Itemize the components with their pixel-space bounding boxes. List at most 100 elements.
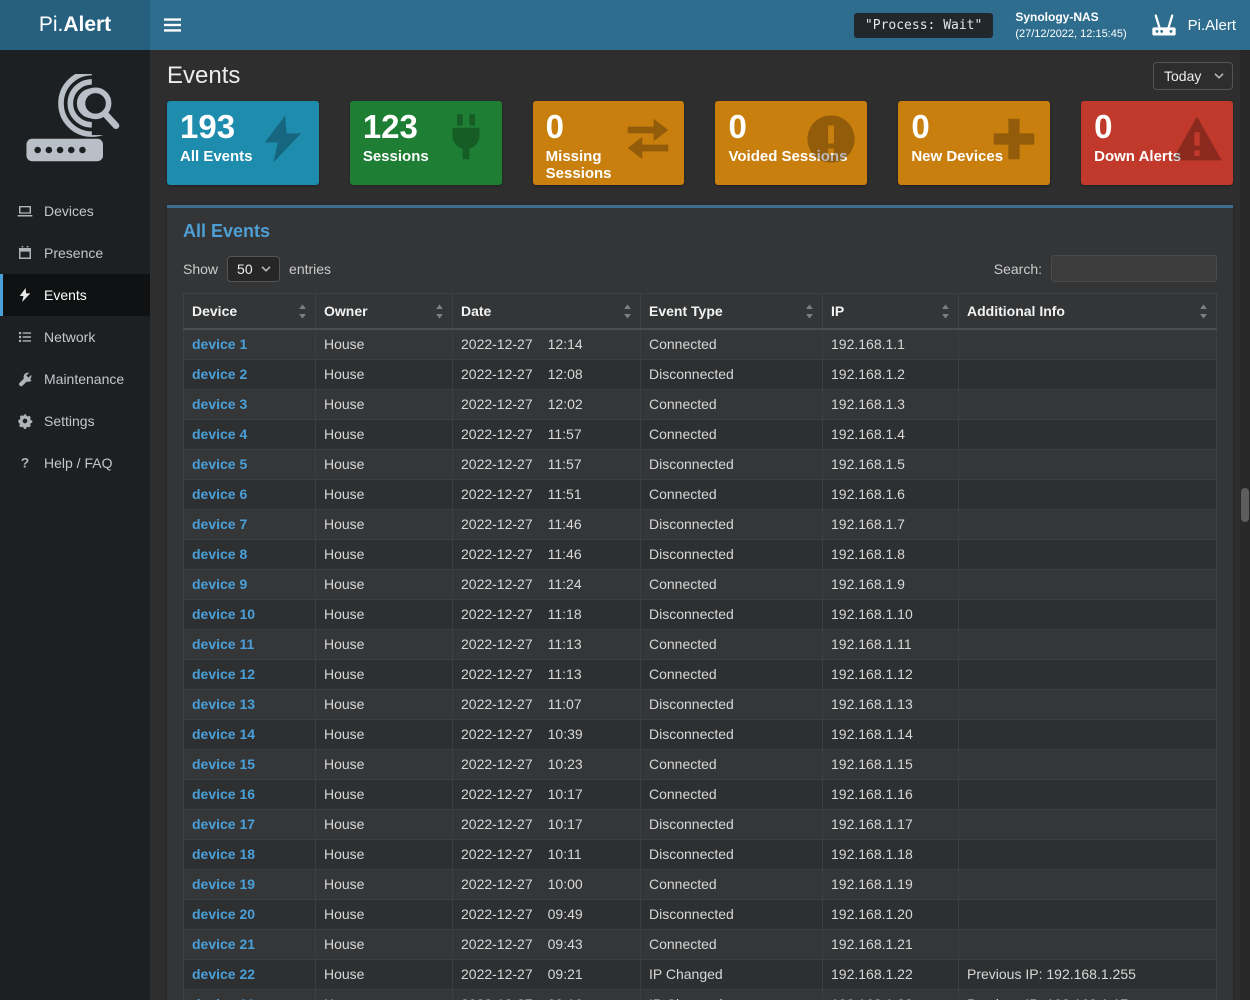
date-cell: 2022-12-2712:02 bbox=[453, 390, 641, 420]
sidebar-item-devices[interactable]: Devices bbox=[0, 190, 150, 232]
sidebar-item-network[interactable]: Network bbox=[0, 316, 150, 358]
owner-cell: House bbox=[316, 900, 453, 930]
additional-info-cell bbox=[959, 360, 1217, 390]
event-type-cell: Disconnected bbox=[641, 450, 823, 480]
device-link[interactable]: device 15 bbox=[192, 756, 255, 772]
events-table: Device Owner Date Event Type IPAdditional In… bbox=[183, 293, 1217, 1000]
page-title: Events bbox=[167, 62, 240, 90]
device-link[interactable]: device 10 bbox=[192, 606, 255, 622]
column-header-device[interactable]: Device bbox=[184, 294, 316, 330]
owner-cell: House bbox=[316, 390, 453, 420]
table-row: device 7House2022-12-2711:46Disconnected… bbox=[184, 510, 1217, 540]
device-link[interactable]: device 2 bbox=[192, 366, 247, 382]
column-header-additional-info[interactable]: Additional Info bbox=[959, 294, 1217, 330]
device-link[interactable]: device 8 bbox=[192, 546, 247, 562]
device-link[interactable]: device 19 bbox=[192, 876, 255, 892]
time-value: 11:46 bbox=[548, 546, 582, 562]
event-type-cell: Disconnected bbox=[641, 540, 823, 570]
event-type-cell: Connected bbox=[641, 329, 823, 360]
date-cell: 2022-12-2711:46 bbox=[453, 510, 641, 540]
column-header-date[interactable]: Date bbox=[453, 294, 641, 330]
additional-info-cell bbox=[959, 870, 1217, 900]
date-value: 2022-12-27 bbox=[461, 996, 533, 1000]
event-type-cell: Connected bbox=[641, 570, 823, 600]
table-row: device 10House2022-12-2711:18Disconnecte… bbox=[184, 600, 1217, 630]
device-link[interactable]: device 22 bbox=[192, 966, 255, 982]
table-row: device 8House2022-12-2711:46Disconnected… bbox=[184, 540, 1217, 570]
device-link[interactable]: device 20 bbox=[192, 906, 255, 922]
table-row: device 16House2022-12-2710:17Connected19… bbox=[184, 780, 1217, 810]
device-link[interactable]: device 11 bbox=[192, 636, 254, 652]
time-value: 09:16 bbox=[548, 996, 583, 1000]
device-link[interactable]: device 21 bbox=[192, 936, 255, 952]
column-header-label: Event Type bbox=[649, 303, 723, 319]
time-value: 11:13 bbox=[548, 666, 582, 682]
main-content: Events Today 193All Events123Sessions0Mi… bbox=[150, 50, 1250, 1000]
event-type-cell: Disconnected bbox=[641, 900, 823, 930]
menu-toggle-button[interactable] bbox=[164, 16, 186, 34]
device-link[interactable]: device 9 bbox=[192, 576, 247, 592]
sidebar-item-maintenance[interactable]: Maintenance bbox=[0, 358, 150, 400]
page-length-control: Show 50 entries bbox=[183, 256, 331, 282]
additional-info-cell bbox=[959, 780, 1217, 810]
table-row: device 1House2022-12-2712:14Connected192… bbox=[184, 329, 1217, 360]
device-link[interactable]: device 7 bbox=[192, 516, 247, 532]
device-link[interactable]: device 14 bbox=[192, 726, 255, 742]
ip-cell: 192.168.1.18 bbox=[823, 840, 959, 870]
event-type-cell: Connected bbox=[641, 630, 823, 660]
owner-cell: House bbox=[316, 870, 453, 900]
column-header-owner[interactable]: Owner bbox=[316, 294, 453, 330]
device-link[interactable]: device 17 bbox=[192, 816, 255, 832]
device-cell: device 7 bbox=[184, 510, 316, 540]
question-icon bbox=[17, 455, 33, 471]
device-link[interactable]: device 5 bbox=[192, 456, 247, 472]
device-cell: device 19 bbox=[184, 870, 316, 900]
device-link[interactable]: device 12 bbox=[192, 666, 255, 682]
owner-cell: House bbox=[316, 510, 453, 540]
time-value: 10:17 bbox=[548, 816, 583, 832]
column-header-ip[interactable]: IP bbox=[823, 294, 959, 330]
date-cell: 2022-12-2711:24 bbox=[453, 570, 641, 600]
host-timestamp: (27/12/2022, 12:15:45) bbox=[1015, 26, 1126, 43]
owner-cell: House bbox=[316, 930, 453, 960]
event-type-cell: Disconnected bbox=[641, 720, 823, 750]
scrollbar-thumb[interactable] bbox=[1241, 488, 1249, 522]
page-length-select[interactable]: 50 bbox=[227, 256, 280, 282]
owner-cell: House bbox=[316, 630, 453, 660]
owner-cell: House bbox=[316, 690, 453, 720]
sidebar-item-settings[interactable]: Settings bbox=[0, 400, 150, 442]
device-link[interactable]: device 16 bbox=[192, 786, 255, 802]
device-cell: device 22 bbox=[184, 960, 316, 990]
additional-info-cell bbox=[959, 510, 1217, 540]
column-header-label: Device bbox=[192, 303, 237, 319]
sidebar-item-events[interactable]: Events bbox=[0, 274, 150, 316]
additional-info-cell bbox=[959, 930, 1217, 960]
device-link[interactable]: device 23 bbox=[192, 996, 255, 1000]
gear-icon bbox=[17, 413, 33, 429]
ip-cell: 192.168.1.7 bbox=[823, 510, 959, 540]
date-cell: 2022-12-2710:17 bbox=[453, 810, 641, 840]
column-header-event-type[interactable]: Event Type bbox=[641, 294, 823, 330]
time-value: 10:39 bbox=[548, 726, 583, 742]
device-link[interactable]: device 13 bbox=[192, 696, 255, 712]
event-type-cell: Connected bbox=[641, 390, 823, 420]
time-value: 11:57 bbox=[548, 456, 582, 472]
sidebar-item-presence[interactable]: Presence bbox=[0, 232, 150, 274]
column-header-label: Owner bbox=[324, 303, 368, 319]
period-select[interactable]: Today bbox=[1153, 62, 1233, 90]
navbar-right: "Process: Wait" Synology-NAS (27/12/2022… bbox=[854, 8, 1236, 43]
date-cell: 2022-12-2711:57 bbox=[453, 450, 641, 480]
date-cell: 2022-12-2711:07 bbox=[453, 690, 641, 720]
device-link[interactable]: device 1 bbox=[192, 336, 247, 352]
device-link[interactable]: device 18 bbox=[192, 846, 255, 862]
sort-icon bbox=[298, 304, 307, 319]
device-link[interactable]: device 3 bbox=[192, 396, 247, 412]
scrollbar[interactable] bbox=[1240, 50, 1250, 1000]
sidebar-item-help-faq[interactable]: Help / FAQ bbox=[0, 442, 150, 484]
device-link[interactable]: device 6 bbox=[192, 486, 247, 502]
device-link[interactable]: device 4 bbox=[192, 426, 247, 442]
device-cell: device 15 bbox=[184, 750, 316, 780]
time-value: 10:00 bbox=[548, 876, 583, 892]
search-input[interactable] bbox=[1051, 255, 1217, 282]
event-type-cell: Connected bbox=[641, 780, 823, 810]
